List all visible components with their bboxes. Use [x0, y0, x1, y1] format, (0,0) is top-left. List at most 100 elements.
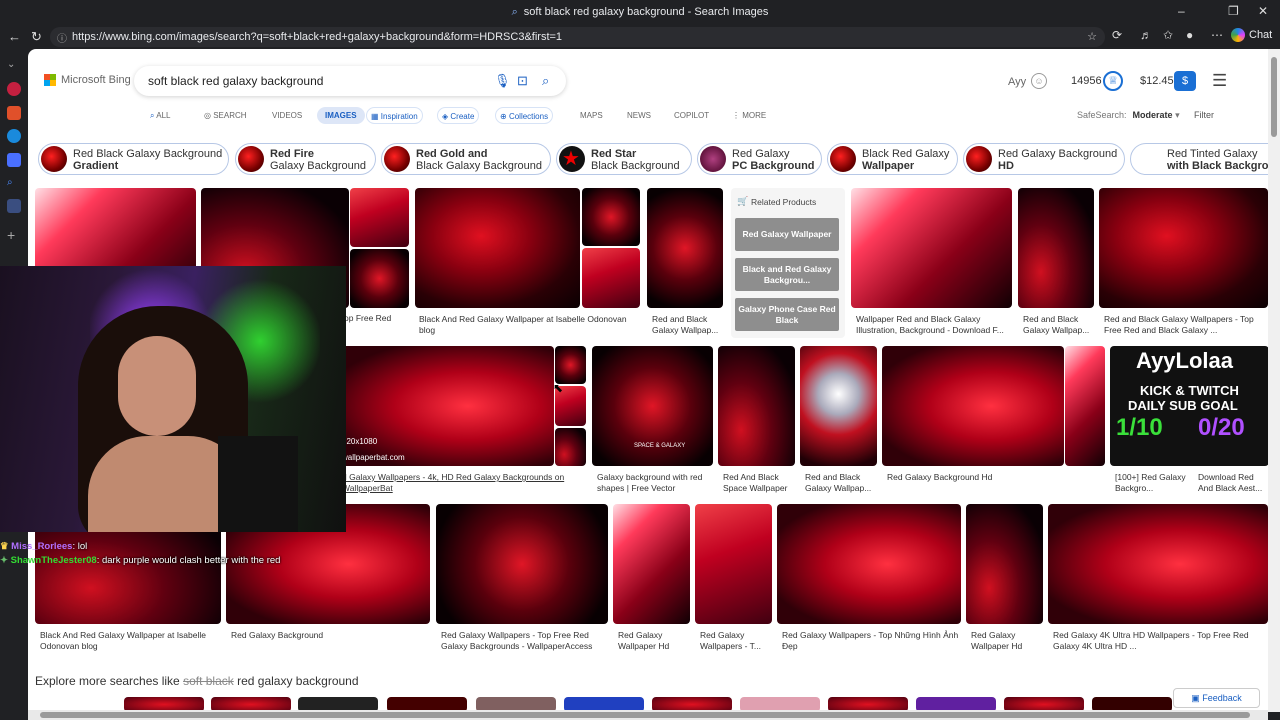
image-caption[interactable]: Red Galaxy Wallpaper Hd [618, 630, 690, 652]
explore-more-heading: Explore more searches like soft black re… [35, 674, 359, 688]
explore-prefix: Explore more searches like [35, 674, 184, 688]
image-result[interactable] [415, 188, 580, 308]
close-button[interactable]: ✕ [1258, 4, 1268, 18]
more-menu-icon[interactable]: ⋯ [1211, 28, 1223, 42]
image-result[interactable] [647, 188, 723, 308]
image-result[interactable]: 920x1080 wallpaperbat.com [338, 346, 554, 466]
image-result[interactable] [882, 346, 1064, 466]
image-result[interactable] [695, 504, 772, 624]
sidebar-tab-icon[interactable] [7, 153, 21, 167]
url-text: https://www.bing.com/images/search?q=sof… [72, 31, 563, 43]
image-caption[interactable]: Red And Black Space Wallpaper [723, 472, 795, 494]
browser-toolbar: ← ↻ ⓘ https://www.bing.com/images/search… [0, 25, 1280, 49]
chat-message: ♛ Miss_Rorlees: lol [0, 540, 346, 554]
horizontal-scrollbar[interactable] [28, 710, 1268, 720]
sidebar-collapse-icon[interactable]: ⌄ [7, 59, 21, 73]
explore-rest-text: red galaxy background [233, 674, 359, 688]
feedback-label: Feedback [1202, 693, 1242, 703]
favorite-star-icon[interactable]: ☆ [1087, 30, 1097, 43]
related-products-panel: 🛒 Related Products Red Galaxy Wallpaper … [731, 188, 845, 338]
related-product-button[interactable]: Galaxy Phone Case Red Black [735, 298, 839, 331]
sidebar-tab-icon[interactable] [7, 82, 21, 96]
related-product-button[interactable]: Red Galaxy Wallpaper [735, 218, 839, 251]
chat-username: ShawnTheJester08 [10, 555, 97, 566]
image-result[interactable] [1065, 346, 1105, 466]
image-overlay-text: AyyLolaa [1136, 348, 1234, 373]
image-caption[interactable]: d Galaxy Wallpapers - 4k, HD Red Galaxy … [342, 472, 582, 494]
site-info-icon[interactable]: ⓘ [57, 30, 67, 45]
image-caption[interactable]: Black And Red Galaxy Wallpaper at Isabel… [419, 314, 639, 336]
minimize-button[interactable]: – [1178, 4, 1185, 18]
chat-username: Miss_Rorlees [11, 541, 73, 552]
image-caption[interactable]: op Free Red [344, 313, 414, 324]
refresh-button[interactable]: ↻ [31, 29, 42, 45]
image-result[interactable] [582, 248, 640, 308]
address-bar[interactable]: ⓘ https://www.bing.com/images/search?q=s… [50, 27, 1105, 47]
image-overlay-text: KICK & TWITCH [1140, 383, 1239, 398]
image-caption[interactable]: Red Galaxy Background Hd [887, 472, 1062, 483]
image-caption[interactable]: Download Red And Black Aest... [1198, 472, 1268, 494]
image-source-label: wallpaperbat.com [342, 453, 405, 462]
image-result[interactable] [718, 346, 795, 466]
image-caption[interactable]: Red and Black Galaxy Wallpap... [805, 472, 877, 494]
image-caption[interactable]: Red Galaxy 4K Ultra HD Wallpapers - Top … [1053, 630, 1267, 652]
window-title: ⌕ soft black red galaxy background - Sear… [0, 6, 1280, 19]
chat-badge-icon: ♛ [0, 541, 9, 552]
image-caption[interactable]: Wallpaper Red and Black Galaxy Illustrat… [856, 314, 1011, 336]
image-result[interactable] [436, 504, 608, 624]
image-result[interactable] [350, 249, 409, 308]
image-caption[interactable]: Black And Red Galaxy Wallpaper at Isabel… [40, 630, 220, 652]
chat-text: : dark purple would clash better with th… [96, 555, 281, 566]
chat-label: Chat [1249, 28, 1273, 41]
copilot-chat-button[interactable]: Chat [1231, 28, 1272, 42]
image-caption[interactable]: Red and Black Galaxy Wallpapers - Top Fr… [1104, 314, 1268, 336]
image-caption[interactable]: Galaxy background with red shapes | Free… [597, 472, 712, 494]
streamer-webcam [0, 266, 346, 532]
image-result[interactable] [966, 504, 1043, 624]
profile-icon[interactable]: ● [1186, 28, 1193, 42]
favorites-icon[interactable]: ✩ [1163, 28, 1173, 42]
image-result[interactable] [555, 428, 586, 466]
image-result[interactable]: SPACE & GALAXY [592, 346, 713, 466]
image-caption[interactable]: Red Galaxy Wallpapers - Top Free Red Gal… [441, 630, 607, 652]
scrollbar-thumb[interactable] [40, 712, 1250, 718]
image-overlay-text: 0/20 [1198, 414, 1245, 441]
sidebar-tab-icon[interactable] [7, 106, 21, 120]
image-result[interactable] [1099, 188, 1268, 308]
image-caption[interactable]: Red Galaxy Wallpapers - T... [700, 630, 772, 652]
vertical-scrollbar[interactable] [1268, 49, 1280, 712]
image-result[interactable] [1048, 504, 1268, 624]
image-caption[interactable]: Red Galaxy Wallpaper Hd [971, 630, 1043, 652]
image-caption[interactable]: Red and Black Galaxy Wallpap... [652, 314, 722, 336]
sidebar-active-tab-icon[interactable] [7, 199, 21, 213]
sidebar-add-icon[interactable]: + [7, 227, 21, 243]
image-result[interactable] [777, 504, 961, 624]
extensions-icon[interactable]: ⟳ [1112, 28, 1122, 42]
image-caption[interactable]: Red and Black Galaxy Wallpap... [1023, 314, 1093, 336]
reading-mode-icon[interactable]: ♬ [1140, 28, 1152, 42]
related-product-button[interactable]: Black and Red Galaxy Backgrou... [735, 258, 839, 291]
image-result[interactable] [1018, 188, 1094, 308]
image-result[interactable] [851, 188, 1012, 308]
chat-badge-icon: ✦ [0, 555, 8, 566]
sidebar-search-icon[interactable]: ⌕ [7, 177, 21, 191]
window-titlebar: ⌕ soft black red galaxy background - Sear… [0, 0, 1280, 25]
image-caption[interactable]: Red Galaxy Background [231, 630, 429, 641]
search-icon: ⌕ [511, 6, 518, 18]
back-button[interactable]: ← [8, 29, 21, 44]
sidebar-edge-icon[interactable] [7, 129, 21, 143]
mouse-cursor-icon: ⬉ [553, 381, 564, 395]
image-result[interactable]: AyyLolaa KICK & TWITCH DAILY SUB GOAL 1/… [1110, 346, 1268, 466]
image-result[interactable] [555, 346, 586, 384]
image-result[interactable] [800, 346, 877, 466]
image-caption[interactable]: Red Galaxy Wallpapers - Top Những Hình Ả… [782, 630, 960, 652]
image-result[interactable] [613, 504, 690, 624]
image-result[interactable] [582, 188, 640, 246]
image-result[interactable] [350, 188, 409, 247]
image-overlay-text: 1/10 [1116, 414, 1163, 441]
scrollbar-thumb[interactable] [1271, 57, 1277, 137]
feedback-button[interactable]: ▣ Feedback [1173, 688, 1260, 708]
image-size-label: 920x1080 [342, 437, 378, 446]
maximize-button[interactable]: ❐ [1228, 4, 1239, 18]
image-caption[interactable]: [100+] Red Galaxy Backgro... [1115, 472, 1187, 494]
